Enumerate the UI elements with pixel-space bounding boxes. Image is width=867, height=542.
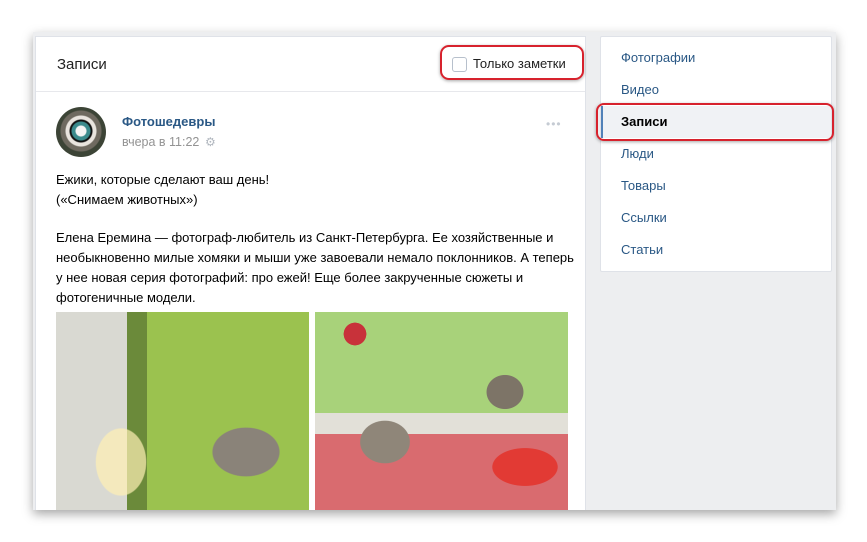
menu-item-posts-label: Записи	[621, 114, 668, 129]
author-avatar[interactable]	[56, 107, 106, 157]
wall-header: Записи Только заметки	[36, 37, 585, 92]
post-text-paragraph: Елена Еремина — фотограф-любитель из Сан…	[56, 230, 574, 305]
post-photo-hedgehog-eggs[interactable]	[315, 312, 568, 510]
menu-item-links[interactable]: Ссылки	[601, 202, 831, 234]
screenshot-stage: Записи Только заметки Фотошедевры вчера …	[0, 0, 867, 542]
wall-title: Записи	[57, 56, 107, 73]
notes-only-checkbox[interactable]	[452, 57, 467, 72]
menu-item-goods[interactable]: Товары	[601, 170, 831, 202]
wall-card: Записи Только заметки Фотошедевры вчера …	[35, 36, 586, 510]
menu-item-people[interactable]: Люди	[601, 138, 831, 170]
page-frame: Записи Только заметки Фотошедевры вчера …	[33, 32, 836, 510]
notes-only-label[interactable]: Только заметки	[473, 56, 566, 71]
post-photo-hedgehog-lemonade[interactable]	[56, 312, 309, 510]
menu-item-articles[interactable]: Статьи	[601, 234, 831, 266]
more-options-icon[interactable]: •••	[546, 117, 562, 131]
post-text-line: Ежики, которые сделают ваш день!	[56, 172, 270, 187]
post-text: Ежики, которые сделают ваш день! («Снима…	[56, 170, 576, 308]
menu-item-videos[interactable]: Видео	[601, 74, 831, 106]
notes-only-filter[interactable]: Только заметки	[440, 45, 584, 80]
profile-sections-menu: Фотографии Видео Записи Люди Товары Ссыл…	[596, 36, 834, 272]
menu-item-photos[interactable]: Фотографии	[601, 42, 831, 74]
menu-item-posts[interactable]: Записи	[596, 103, 834, 141]
author-name-link[interactable]: Фотошедевры	[122, 114, 215, 129]
gear-icon[interactable]: ⚙	[205, 135, 219, 149]
post-timestamp[interactable]: вчера в 11:22	[122, 135, 199, 149]
post-text-line: («Снимаем животных»)	[56, 192, 198, 207]
